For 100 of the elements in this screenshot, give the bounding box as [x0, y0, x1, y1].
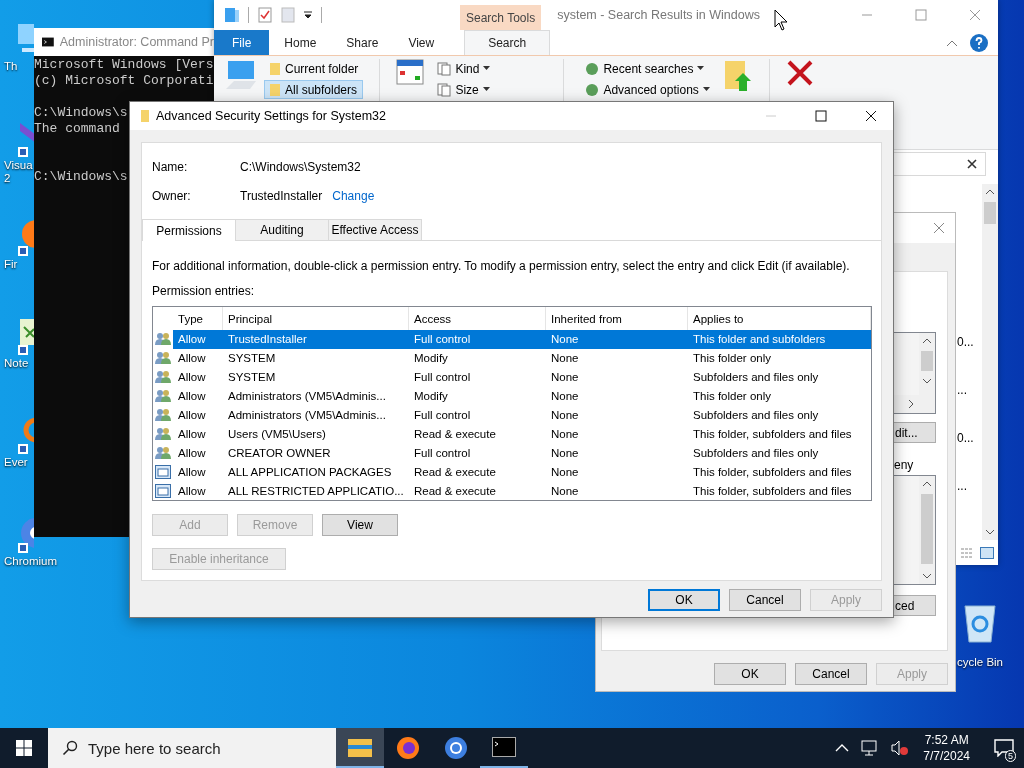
change-link[interactable]: Change — [332, 188, 375, 204]
table-cell-text: SYSTEM — [227, 371, 277, 384]
package-icon — [155, 483, 171, 498]
ribbon-option[interactable]: All subfolders — [264, 80, 364, 99]
clear-icon[interactable] — [967, 159, 977, 169]
help-icon[interactable] — [970, 33, 988, 52]
column-label: eny — [894, 457, 915, 473]
section-label: Permission entries: — [152, 283, 255, 299]
ribbon-tab[interactable]: File — [214, 30, 270, 55]
scroll-down-icon[interactable] — [922, 377, 932, 385]
caret-up-icon[interactable] — [835, 743, 850, 753]
permission-row[interactable]: Allow ALL RESTRICTED APPLICATIO... Read & execute None This folder, subfolders and files — [173, 481, 871, 500]
caret-icon — [482, 87, 490, 92]
scroll-down-icon[interactable] — [922, 572, 932, 580]
clock-time[interactable]: 7:52 AM — [924, 732, 969, 748]
network-icon[interactable] — [861, 740, 880, 756]
list-box[interactable] — [894, 332, 936, 414]
calendar-icon[interactable] — [396, 59, 425, 85]
result-item-text[interactable]: 0... — [957, 430, 982, 478]
search-icon — [62, 740, 78, 756]
permission-row[interactable]: Allow Users (VM5\Users) Read & execute None This folder, subfolders and files — [173, 424, 871, 444]
table-cell-text: Allow — [177, 352, 207, 365]
dialog-button[interactable]: OK — [648, 589, 720, 611]
taskbar-search-field[interactable]: Type here to search — [48, 728, 336, 768]
scroll-right-icon[interactable] — [907, 399, 915, 409]
dialog-button[interactable]: Cancel — [729, 589, 801, 611]
clock-date[interactable]: 7/7/2024 — [923, 748, 970, 764]
start-icon[interactable] — [16, 740, 32, 756]
table-cell-text: Administrators (VM5\Adminis... — [227, 409, 387, 421]
thumbnail-view-icon[interactable] — [980, 546, 994, 559]
close-search-icon[interactable] — [785, 59, 814, 87]
ribbon-option[interactable]: Current folder — [264, 59, 364, 78]
folder-icon — [269, 82, 281, 97]
scroll-thumb[interactable] — [921, 494, 933, 564]
dialog-button[interactable]: OK — [714, 663, 786, 685]
scrollbar[interactable] — [982, 184, 998, 540]
scroll-up-icon[interactable] — [922, 480, 932, 488]
permission-row[interactable]: Allow Administrators (VM5\Adminis... Modify None This folder only — [173, 386, 871, 406]
ribbon-tab[interactable]: Search — [464, 30, 551, 55]
ribbon-dropdown[interactable]: Recent searches — [580, 59, 715, 78]
entry-button[interactable]: View — [322, 514, 398, 536]
field-label: Owner: — [152, 188, 192, 204]
permission-row[interactable]: Allow CREATOR OWNER Full control None Subfolders and files only — [173, 443, 871, 463]
tab[interactable]: Permissions — [142, 219, 236, 241]
console-line: The command — [34, 121, 120, 137]
table-cell-text: This folder only — [692, 352, 772, 365]
permission-row[interactable]: Allow Administrators (VM5\Adminis... Full control None Subfolders and files only — [173, 405, 871, 425]
ribbon-tab[interactable]: Share — [331, 30, 394, 55]
maximize-icon[interactable] — [815, 110, 827, 122]
list-box[interactable] — [894, 475, 936, 585]
folder-taskbar-icon[interactable] — [336, 728, 384, 768]
muted-speaker-icon[interactable] — [891, 740, 910, 756]
permission-row[interactable]: Allow SYSTEM Modify None This folder only — [173, 348, 871, 368]
tab[interactable]: Auditing — [235, 219, 329, 240]
dropdown-icon[interactable] — [303, 10, 313, 20]
result-item-text[interactable]: ... — [957, 382, 982, 430]
close-icon[interactable] — [865, 110, 877, 122]
result-item-text[interactable]: 0... — [957, 334, 982, 382]
result-item-text[interactable]: ... — [957, 478, 982, 526]
scroll-thumb[interactable] — [984, 202, 996, 224]
scroll-up-icon[interactable] — [922, 337, 932, 345]
edit-button[interactable]: dit... — [894, 422, 936, 443]
ribbon-dropdown[interactable]: Advanced options — [580, 80, 715, 99]
search-field[interactable] — [894, 152, 986, 176]
collapse-icon[interactable] — [946, 38, 958, 47]
dialog-button[interactable]: Cancel — [795, 663, 867, 685]
package-icon — [155, 464, 171, 479]
ribbon-dropdown[interactable]: Kind — [432, 59, 496, 78]
tab[interactable]: Effective Access — [328, 219, 422, 240]
table-cell-text: None — [550, 409, 580, 421]
field-label: Name: — [152, 159, 189, 175]
table-cell-text: None — [550, 333, 580, 346]
table-cell-text: Allow — [177, 333, 207, 346]
folder-icon — [140, 109, 150, 123]
scroll-thumb[interactable] — [921, 351, 933, 371]
console-icon — [42, 36, 54, 48]
scroll-down-icon[interactable] — [985, 528, 995, 536]
table-cell-text: None — [550, 352, 580, 365]
owner-value: TrustedInstaller — [240, 188, 323, 204]
caret-icon — [483, 66, 491, 71]
ribbon-tab[interactable]: View — [393, 30, 450, 55]
console-line: Microsoft Windows [Vers — [34, 57, 214, 73]
ribbon-tab[interactable]: Home — [269, 30, 332, 55]
caret-icon — [702, 87, 710, 92]
folder-icon — [269, 61, 281, 76]
table-cell-text: Allow — [177, 371, 207, 384]
ribbon-dropdown[interactable]: Size — [432, 80, 496, 99]
table-cell-text: Allow — [177, 484, 207, 497]
folder-up-icon[interactable] — [722, 59, 753, 93]
permission-row[interactable]: Allow SYSTEM Full control None Subfolders and files only — [173, 367, 871, 387]
permission-row[interactable]: Allow ALL APPLICATION PACKAGES Read & execute None This folder, subfolders and files — [173, 462, 871, 482]
notification-count: 5 — [1005, 750, 1016, 762]
table-cell-text: Allow — [177, 446, 207, 459]
advanced-button[interactable]: ced — [894, 595, 936, 616]
properties-icon[interactable] — [257, 7, 273, 23]
circle-icon — [585, 82, 600, 97]
users-icon — [155, 426, 171, 441]
notification-icon[interactable] — [994, 739, 1014, 757]
permission-row[interactable]: Allow TrustedInstaller Full control None This folder and subfolders — [173, 330, 871, 349]
scroll-up-icon[interactable] — [985, 188, 995, 196]
